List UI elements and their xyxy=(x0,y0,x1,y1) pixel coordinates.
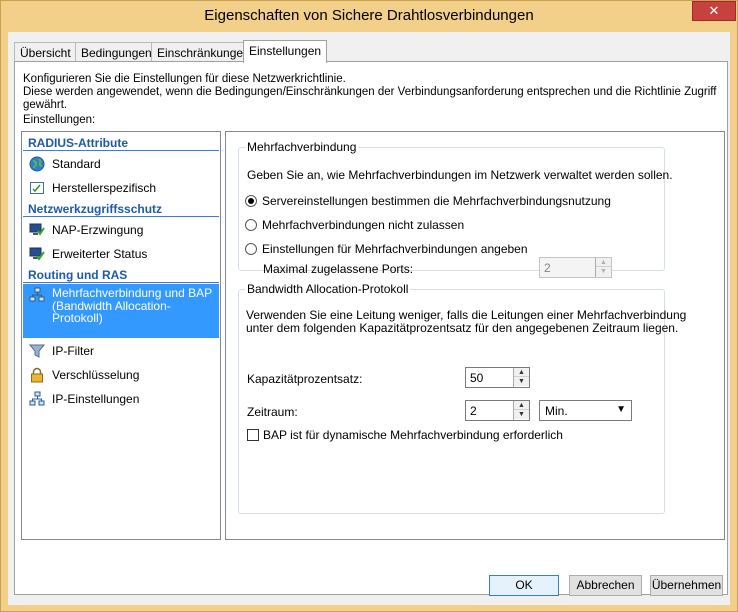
nap-computer-icon xyxy=(29,223,45,236)
description-line-2: Diese werden angewendet, wenn die Beding… xyxy=(23,86,717,111)
window-title: Eigenschaften von Sichere Drahtlosverbin… xyxy=(204,7,534,24)
lock-icon xyxy=(31,367,43,383)
settings-label: Einstellungen: xyxy=(23,114,96,126)
network-icon xyxy=(29,391,45,406)
nav-item-multilink-bap[interactable]: Mehrfachverbindung und BAP (Bandwidth Al… xyxy=(23,284,219,338)
max-ports-label: Maximal zugelassene Ports: xyxy=(263,262,414,276)
period-value: 2 xyxy=(470,404,477,418)
title-bar[interactable]: Eigenschaften von Sichere Drahtlosverbin… xyxy=(1,1,737,32)
tab-settings[interactable]: Einstellungen xyxy=(243,40,328,63)
nav-item-label: NAP-Erzwingung xyxy=(52,223,144,237)
section-network-access-protection: Netzwerkzugriffsschutz xyxy=(23,200,219,217)
tab-conditions[interactable]: Bedingungen xyxy=(75,42,158,62)
multilink-description: Geben Sie an, wie Mehrfachverbindungen i… xyxy=(247,168,673,182)
ok-button[interactable]: OK xyxy=(489,575,559,596)
status-check-icon xyxy=(29,247,45,261)
period-label: Zeitraum: xyxy=(247,405,298,419)
stepper-up-icon[interactable]: ▲ xyxy=(514,368,529,377)
tab-constraints[interactable]: Einschränkungen xyxy=(151,42,256,62)
nav-item-label: Erweiterter Status xyxy=(52,247,148,261)
stepper-down-icon[interactable]: ▼ xyxy=(514,410,529,419)
cancel-button[interactable]: Abbrechen xyxy=(569,575,642,596)
nav-item-extended-status[interactable]: Erweiterter Status xyxy=(23,243,219,265)
capacity-value: 50 xyxy=(470,371,484,385)
section-radius-attributes: RADIUS-Attribute xyxy=(23,134,219,151)
apply-button[interactable]: Übernehmen xyxy=(650,575,723,596)
stepper-up-icon[interactable]: ▲ xyxy=(596,258,611,267)
nav-item-label: Herstellerspezifisch xyxy=(52,181,157,195)
properties-dialog: Eigenschaften von Sichere Drahtlosverbin… xyxy=(0,0,738,612)
nav-item-vendor-specific[interactable]: Herstellerspezifisch xyxy=(23,177,219,199)
nav-item-label: Verschlüsselung xyxy=(52,368,140,382)
funnel-icon xyxy=(29,344,45,358)
policy-description: Konfigurieren Sie die Einstellungen für … xyxy=(23,73,727,112)
bap-required-label[interactable]: BAP ist für dynamische Mehrfachverbindun… xyxy=(263,428,563,442)
nav-item-ip-settings[interactable]: IP-Einstellungen xyxy=(23,388,219,410)
period-unit-value: Min. xyxy=(545,404,568,418)
globe-icon xyxy=(29,156,45,172)
nav-item-encryption[interactable]: Verschlüsselung xyxy=(23,364,219,386)
bap-description: Verwenden Sie eine Leitung weniger, fall… xyxy=(246,309,686,335)
nav-item-ip-filter[interactable]: IP-Filter xyxy=(23,340,219,362)
max-ports-value: 2 xyxy=(544,261,551,275)
close-button[interactable]: ✕ xyxy=(692,1,736,21)
nav-item-nap-enforcement[interactable]: NAP-Erzwingung xyxy=(23,219,219,241)
nav-item-label: IP-Filter xyxy=(52,344,94,358)
section-routing-ras: Routing und RAS xyxy=(23,266,219,283)
nav-item-label: IP-Einstellungen xyxy=(52,392,140,406)
settings-content: Mehrfachverbindung Geben Sie an, wie Meh… xyxy=(225,131,725,540)
radio-disallow-multilink-label[interactable]: Mehrfachverbindungen nicht zulassen xyxy=(262,218,464,232)
chevron-down-icon: ▼ xyxy=(616,404,626,415)
stepper-down-icon[interactable]: ▼ xyxy=(596,267,611,276)
settings-panel: Konfigurieren Sie die Einstellungen für … xyxy=(14,61,728,595)
nav-item-label: Standard xyxy=(52,157,101,171)
radio-specify-multilink-label[interactable]: Einstellungen für Mehrfachverbindungen a… xyxy=(262,242,528,256)
capacity-label: Kapazitätprozentsatz: xyxy=(247,372,363,386)
bap-required-checkbox[interactable] xyxy=(247,429,259,441)
stepper-down-icon[interactable]: ▼ xyxy=(514,377,529,386)
capacity-stepper[interactable]: 50 ▲ ▼ xyxy=(465,367,530,388)
nav-item-standard[interactable]: Standard xyxy=(23,153,219,175)
stepper-up-icon[interactable]: ▲ xyxy=(514,401,529,410)
multilink-legend: Mehrfachverbindung xyxy=(247,140,357,154)
settings-navigation: RADIUS-Attribute Standard Herstellerspez… xyxy=(21,131,221,540)
radio-server-settings[interactable] xyxy=(245,195,257,207)
bap-group: Bandwidth Allocation-Protokoll Verwenden… xyxy=(238,282,686,514)
bap-legend: Bandwidth Allocation-Protokoll xyxy=(247,282,409,296)
tab-overview[interactable]: Übersicht xyxy=(14,42,77,62)
period-unit-select[interactable]: Min. ▼ xyxy=(539,400,632,421)
radio-disallow-multilink[interactable] xyxy=(245,219,257,231)
multilink-group: Mehrfachverbindung Geben Sie an, wie Meh… xyxy=(238,140,673,278)
document-check-icon xyxy=(30,182,44,194)
radio-server-settings-label[interactable]: Servereinstellungen bestimmen die Mehrfa… xyxy=(262,194,611,208)
description-line-1: Konfigurieren Sie die Einstellungen für … xyxy=(23,73,346,85)
radio-specify-multilink[interactable] xyxy=(245,243,257,255)
bap-description-line-2: unter dem folgenden Kapazitätprozentsatz… xyxy=(246,321,679,335)
max-ports-stepper[interactable]: 2 ▲ ▼ xyxy=(539,257,612,278)
nav-item-label: Mehrfachverbindung und BAP (Bandwidth Al… xyxy=(52,286,212,325)
network-icon xyxy=(29,287,45,302)
dialog-client: Übersicht Bedingungen Einschränkungen Ei… xyxy=(8,32,730,605)
period-stepper[interactable]: 2 ▲ ▼ xyxy=(465,400,530,421)
